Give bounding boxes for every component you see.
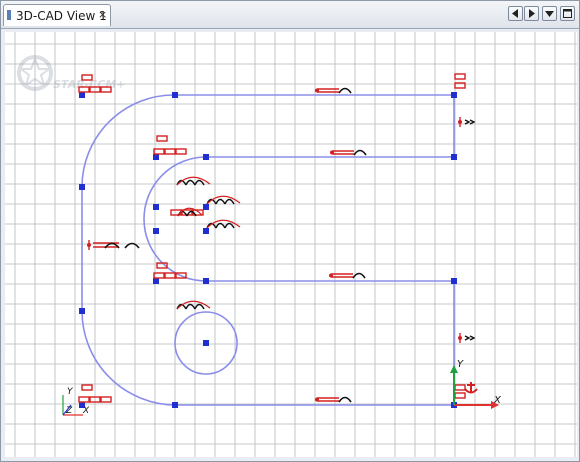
sketch-point[interactable] (79, 92, 85, 98)
origin-y-label: Y (457, 359, 464, 370)
cad-view-window: 3D-CAD View 1 × STAR-CCM+ X Y Y Z X (0, 0, 580, 462)
sketch-point[interactable] (153, 278, 159, 284)
sketch-point[interactable] (153, 204, 159, 210)
3d-cad-viewport[interactable]: STAR-CCM+ X Y Y Z X (5, 32, 577, 457)
sketch-point[interactable] (79, 308, 85, 314)
coincident-constraint-icon[interactable] (170, 209, 204, 216)
tab-title: 3D-CAD View 1 (16, 9, 107, 23)
parallel-constraint-icon[interactable] (329, 272, 366, 279)
sketch-points (79, 92, 457, 408)
nav-left-icon (512, 9, 518, 18)
nav-right-button[interactable] (524, 6, 539, 21)
sketch-point[interactable] (153, 154, 159, 160)
parallel-constraint-icon[interactable] (315, 396, 352, 403)
dropdown-arrow-icon (545, 11, 554, 17)
close-icon[interactable]: × (98, 8, 107, 21)
sketch-point[interactable] (172, 92, 178, 98)
sketch-point[interactable] (203, 228, 209, 234)
sketch-point[interactable] (203, 154, 209, 160)
sketch-point[interactable] (203, 204, 209, 210)
horizontal-constraint-icon[interactable] (454, 73, 466, 80)
tab-bar: 3D-CAD View 1 × (1, 1, 579, 29)
triad-x-label: X (82, 406, 90, 416)
origin-x-label: X (493, 395, 502, 406)
sketch-point[interactable] (153, 228, 159, 234)
tangent-constraint-icon[interactable] (176, 300, 211, 310)
horizontal-constraint-icon[interactable] (454, 392, 466, 399)
horizontal-constraint-icon[interactable] (454, 384, 466, 391)
triad-y-label: Y (67, 387, 74, 397)
sketch-arc-outer-bottom[interactable] (81, 310, 176, 406)
sketch-canvas[interactable]: STAR-CCM+ X Y Y Z X (5, 32, 577, 457)
horizontal-constraint-icon[interactable] (156, 135, 168, 142)
maximize-icon (563, 9, 572, 18)
sketch-point[interactable] (451, 154, 457, 160)
sketch-point[interactable] (451, 92, 457, 98)
triad-z-label: Z (65, 406, 73, 416)
vertical-constraint-icon[interactable] (458, 117, 476, 127)
coincident-constraint-icon[interactable] (153, 148, 187, 155)
sketch-point[interactable] (79, 184, 85, 190)
nav-left-button[interactable] (508, 6, 523, 21)
sketch-point[interactable] (451, 278, 457, 284)
tab-3d-cad-view[interactable]: 3D-CAD View 1 × (3, 4, 111, 26)
maximize-button[interactable] (560, 6, 575, 21)
nav-right-icon (529, 9, 535, 18)
sketch-point[interactable] (203, 340, 209, 346)
parallel-constraint-icon[interactable] (315, 87, 352, 94)
sketch-point[interactable] (203, 278, 209, 284)
sketch-geometry (81, 94, 455, 406)
horizontal-constraint-icon[interactable] (81, 384, 93, 391)
view-tab-icon (7, 10, 11, 20)
vertical-constraint-icon[interactable] (458, 333, 476, 343)
view-menu-button[interactable] (542, 6, 557, 21)
sketch-point[interactable] (172, 402, 178, 408)
